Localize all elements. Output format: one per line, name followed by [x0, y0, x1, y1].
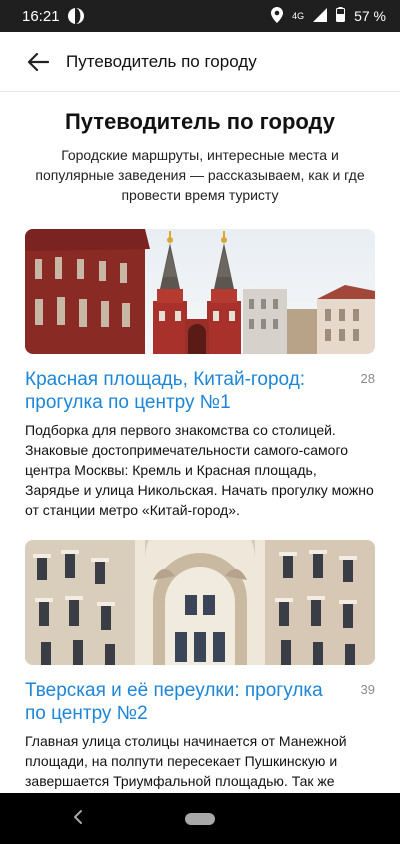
- article-card[interactable]: Красная площадь, Китай-город: прогулка п…: [25, 229, 375, 520]
- page-subtitle: Городские маршруты, интересные места и п…: [35, 147, 365, 203]
- location-icon: [271, 6, 284, 26]
- notification-icon: [67, 8, 84, 24]
- article-count: 28: [360, 371, 375, 386]
- app-bar: Путеводитель по городу: [0, 32, 400, 92]
- signal-icon: [313, 7, 328, 25]
- battery-level: 57 %: [354, 8, 386, 24]
- battery-icon: [336, 7, 346, 25]
- article-title[interactable]: Красная площадь, Китай-город: прогулка п…: [25, 368, 361, 414]
- back-button[interactable]: [10, 32, 66, 92]
- app-bar-title: Путеводитель по городу: [66, 51, 257, 71]
- arrow-back-icon: [27, 52, 49, 71]
- nav-home-button[interactable]: [185, 812, 215, 825]
- article-card[interactable]: Тверская и её переулки: прогулка по цент…: [25, 540, 375, 793]
- article-description: Подборка для первого знакомства со столи…: [25, 422, 374, 518]
- article-image-tverskaya[interactable]: [25, 540, 375, 665]
- status-time: 16:21: [22, 7, 60, 25]
- article-image-red-square[interactable]: [25, 229, 375, 354]
- article-description: Главная улица столицы начинается от Мане…: [25, 733, 347, 789]
- page-title: Путеводитель по городу: [64, 109, 336, 134]
- article-count: 39: [360, 682, 375, 697]
- content-scroll[interactable]: Путеводитель по городу Городские маршрут…: [0, 93, 400, 793]
- nav-back-icon[interactable]: [72, 808, 84, 831]
- article-title[interactable]: Тверская и её переулки: прогулка по цент…: [25, 679, 361, 725]
- status-bar: 16:21 4G 57 %: [0, 0, 400, 32]
- network-type: 4G: [292, 10, 305, 21]
- system-nav-bar: [0, 793, 400, 844]
